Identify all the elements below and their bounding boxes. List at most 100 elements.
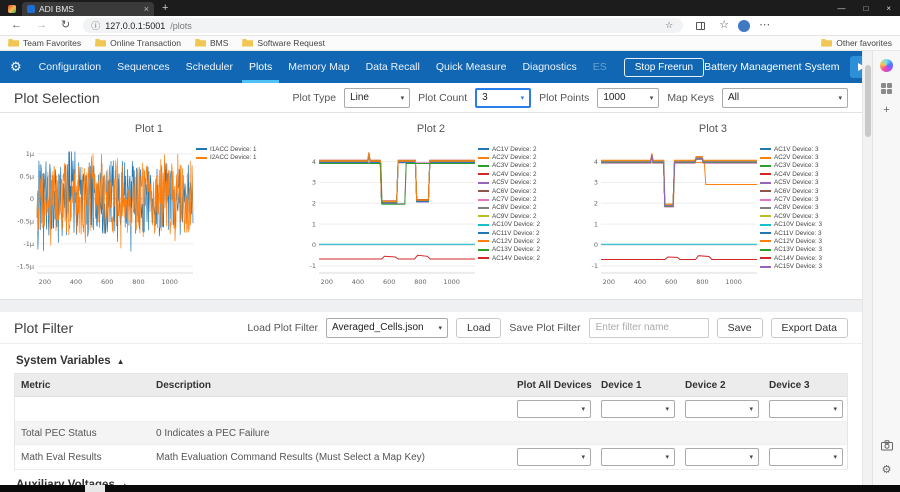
favorite-software-request[interactable]: Software Request xyxy=(242,34,325,52)
device-select[interactable]: ▾ xyxy=(769,400,843,418)
legend-item[interactable]: AC3V Device: 3 xyxy=(760,162,848,170)
address-bar[interactable]: ⓘ 127.0.0.1:5001 /plots ☆ xyxy=(83,18,684,33)
legend-item[interactable]: AC2V Device: 2 xyxy=(478,153,566,161)
load-button[interactable]: Load xyxy=(456,317,502,338)
chevron-down-icon: ▾ xyxy=(438,324,443,332)
legend-item[interactable]: AC10V Device: 3 xyxy=(760,221,848,229)
metric-cell: Total PEC Status xyxy=(21,427,97,439)
svg-text:200: 200 xyxy=(321,278,333,286)
device-select[interactable]: ▾ xyxy=(769,448,843,466)
plot-selection-header: Plot Selection Plot Type Line ▾ Plot Count 3… xyxy=(0,83,862,113)
nav-item-memory-map[interactable]: Memory Map xyxy=(281,51,356,83)
run-play-button[interactable] xyxy=(849,56,862,78)
device-select[interactable]: ▾ xyxy=(601,400,675,418)
device-select[interactable]: ▾ xyxy=(685,400,759,418)
window-close-button[interactable]: × xyxy=(877,4,900,13)
chevron-down-icon: ▾ xyxy=(665,454,669,461)
save-button[interactable]: Save xyxy=(716,317,763,338)
legend-item[interactable]: AC10V Device: 2 xyxy=(478,221,566,229)
sidebar-add-icon[interactable]: + xyxy=(883,105,889,116)
browser-tab-adi-bms[interactable]: ADI BMS × xyxy=(22,2,154,16)
legend-item[interactable]: AC6V Device: 2 xyxy=(478,187,566,195)
device-select[interactable]: ▾ xyxy=(517,400,591,418)
legend-item[interactable]: I2ACC Device: 1 xyxy=(196,153,284,161)
selected-value: Line xyxy=(350,92,369,103)
window-minimize-button[interactable]: — xyxy=(828,4,854,13)
favorite-online-transaction[interactable]: Online Transaction xyxy=(95,34,181,52)
nav-item-data-recall[interactable]: Data Recall xyxy=(359,51,427,83)
legend-item[interactable]: AC7V Device: 2 xyxy=(478,195,566,203)
plot-points-select[interactable]: 1000 ▾ xyxy=(597,87,660,108)
load-filter-select[interactable]: Averaged_Cells.json ▾ xyxy=(326,317,449,338)
plot-count-select[interactable]: 3 ▾ xyxy=(475,87,532,108)
m365-apps-icon[interactable] xyxy=(881,83,892,94)
sidebar-settings-icon[interactable]: ⚙ xyxy=(882,465,892,476)
site-info-icon[interactable]: ⓘ xyxy=(91,19,100,32)
device-select[interactable]: ▾ xyxy=(685,448,759,466)
legend-item[interactable]: AC5V Device: 2 xyxy=(478,179,566,187)
scrollbar-thumb[interactable] xyxy=(865,65,871,137)
device-select[interactable]: ▾ xyxy=(517,448,591,466)
new-tab-button[interactable]: + xyxy=(162,3,168,14)
bookmark-star-icon[interactable]: ☆ xyxy=(663,21,675,30)
legend-item[interactable]: AC4V Device: 3 xyxy=(760,170,848,178)
window-maximize-button[interactable]: □ xyxy=(854,4,877,13)
section-toggle-system-variables[interactable]: System Variables ▲ xyxy=(14,346,848,373)
legend-label: I1ACC Device: 1 xyxy=(210,145,257,153)
legend-item[interactable]: AC9V Device: 3 xyxy=(760,212,848,220)
legend-item[interactable]: AC5V Device: 3 xyxy=(760,179,848,187)
copilot-icon[interactable] xyxy=(880,59,893,72)
tab-close-icon[interactable]: × xyxy=(144,4,149,14)
legend-item[interactable]: AC11V Device: 3 xyxy=(760,229,848,237)
browser-menu-icon[interactable]: ⋯ xyxy=(754,20,775,31)
legend-item[interactable]: AC15V Device: 3 xyxy=(760,262,848,269)
back-button[interactable]: ← xyxy=(6,20,27,31)
nav-item-configuration[interactable]: Configuration xyxy=(32,51,108,83)
device-select[interactable]: ▾ xyxy=(601,448,675,466)
favorite-label: Software Request xyxy=(257,38,325,48)
legend-item[interactable]: AC8V Device: 3 xyxy=(760,204,848,212)
other-favorites[interactable]: Other favorites xyxy=(821,34,892,52)
legend-item[interactable]: AC13V Device: 3 xyxy=(760,246,848,254)
nav-item-sequences[interactable]: Sequences xyxy=(110,51,177,83)
legend-item[interactable]: AC13V Device: 2 xyxy=(478,246,566,254)
nav-item-quick-measure[interactable]: Quick Measure xyxy=(429,51,514,83)
filter-row-math-eval-results: Math Eval Results Math Evaluation Command… xyxy=(15,445,847,470)
legend-item[interactable]: AC6V Device: 3 xyxy=(760,187,848,195)
stop-freerun-button[interactable]: Stop Freerun xyxy=(623,57,705,77)
plot-type-select[interactable]: Line ▾ xyxy=(344,87,411,108)
nav-item-diagnostics[interactable]: Diagnostics xyxy=(515,51,583,83)
favorites-icon[interactable]: ☆ xyxy=(714,20,734,31)
legend-item[interactable]: AC8V Device: 2 xyxy=(478,204,566,212)
legend-item[interactable]: AC12V Device: 3 xyxy=(760,237,848,245)
page-scrollbar[interactable] xyxy=(862,51,872,492)
legend-item[interactable]: AC1V Device: 2 xyxy=(478,145,566,153)
forward-button[interactable]: → xyxy=(31,20,52,31)
legend-item[interactable]: AC9V Device: 2 xyxy=(478,212,566,220)
legend-item[interactable]: AC14V Device: 3 xyxy=(760,254,848,262)
export-data-button[interactable]: Export Data xyxy=(770,317,848,338)
legend-item[interactable]: AC11V Device: 2 xyxy=(478,229,566,237)
legend-item[interactable]: AC3V Device: 2 xyxy=(478,162,566,170)
refresh-button[interactable]: ↻ xyxy=(56,20,75,31)
split-screen-icon[interactable] xyxy=(691,21,710,30)
filter-name-input[interactable] xyxy=(588,317,709,338)
favorite-bms[interactable]: BMS xyxy=(194,34,228,52)
map-keys-select[interactable]: All ▾ xyxy=(722,87,848,108)
nav-item-es[interactable]: ES xyxy=(586,51,614,83)
nav-item-scheduler[interactable]: Scheduler xyxy=(179,51,240,83)
legend-item[interactable]: AC1V Device: 3 xyxy=(760,145,848,153)
profile-avatar[interactable] xyxy=(738,19,751,32)
legend-item[interactable]: AC12V Device: 2 xyxy=(478,237,566,245)
legend-item[interactable]: AC2V Device: 3 xyxy=(760,153,848,161)
legend-item[interactable]: I1ACC Device: 1 xyxy=(196,145,284,153)
screenshot-tool-icon[interactable] xyxy=(880,438,893,456)
legend-item[interactable]: AC7V Device: 3 xyxy=(760,195,848,203)
legend-item[interactable]: AC14V Device: 2 xyxy=(478,254,566,262)
favorite-team-favorites[interactable]: Team Favorites xyxy=(8,34,81,52)
nav-item-plots[interactable]: Plots xyxy=(241,51,280,83)
plot-controls: Plot Type Line ▾ Plot Count 3 ▾ Plot Points 100… xyxy=(292,87,848,108)
legend-item[interactable]: AC4V Device: 2 xyxy=(478,170,566,178)
device-cell: ▾ xyxy=(511,445,595,469)
settings-gear-icon[interactable]: ⚙ xyxy=(10,59,22,75)
